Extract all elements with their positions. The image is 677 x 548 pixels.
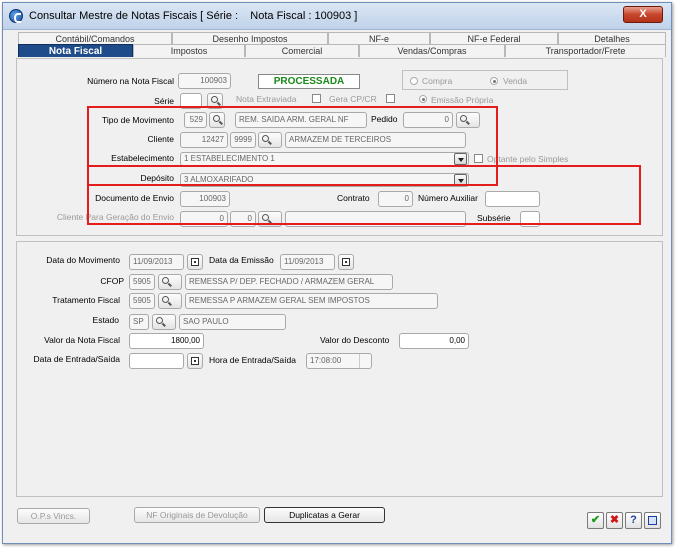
venda-radio[interactable]: [490, 77, 498, 85]
help-button[interactable]: ?: [625, 512, 642, 529]
data-mov-label: Data do Movimento: [46, 255, 120, 265]
cfop-code[interactable]: 5905: [129, 274, 155, 290]
data-es-field[interactable]: [129, 353, 184, 369]
confirm-button[interactable]: ✔: [587, 512, 604, 529]
nota-extraviada-label: Nota Extraviada: [236, 94, 297, 104]
cfop-label: CFOP: [100, 276, 124, 286]
title-bar: Consultar Mestre de Notas Fiscais [ Séri…: [3, 3, 671, 30]
estado-code[interactable]: SP: [129, 314, 149, 330]
cfop-search-button[interactable]: [158, 274, 182, 290]
cancel-button[interactable]: ✖: [606, 512, 623, 529]
data-emissao-label: Data da Emissão: [209, 255, 274, 265]
highlight-box-deposito: [87, 165, 641, 225]
numero-label: Número na Nota Fiscal: [87, 76, 174, 86]
trat-search-button[interactable]: [158, 293, 182, 309]
hora-spinner[interactable]: [359, 354, 371, 368]
calendar-icon: [191, 258, 199, 266]
estado-search-button[interactable]: [152, 314, 176, 330]
close-button[interactable]: X: [623, 6, 663, 23]
nota-extraviada-checkbox[interactable]: [312, 94, 321, 103]
hora-es-field[interactable]: 17:08:00: [306, 353, 372, 369]
search-icon: [156, 317, 163, 324]
exit-icon: [648, 516, 657, 525]
duplicatas-label: Duplicatas a Gerar: [289, 510, 360, 520]
search-icon: [211, 96, 218, 103]
nf-originais-label: NF Originais de Devolução: [146, 510, 248, 520]
data-es-calendar-button[interactable]: [187, 353, 203, 369]
window-title: Consultar Mestre de Notas Fiscais [ Séri…: [29, 10, 358, 22]
venda-label: Venda: [503, 76, 528, 86]
search-icon: [162, 296, 169, 303]
tab-impostos[interactable]: Impostos: [133, 44, 245, 57]
trat-desc[interactable]: REMESSA P ARMAZEM GERAL SEM IMPOSTOS: [185, 293, 438, 309]
data-emissao-calendar-button[interactable]: [338, 254, 354, 270]
emissao-propria-radio[interactable]: [419, 95, 427, 103]
tab-comercial[interactable]: Comercial: [245, 44, 359, 57]
calendar-icon: [191, 357, 199, 365]
optante-label: Optante pelo Simples: [487, 154, 569, 164]
estado-name[interactable]: SAO PAULO: [179, 314, 286, 330]
calendar-icon: [342, 258, 350, 266]
tab-vendas-compras[interactable]: Vendas/Compras: [359, 44, 505, 57]
serie-label: Série: [154, 96, 174, 106]
numero-field[interactable]: 100903: [178, 73, 231, 89]
trat-code[interactable]: 5905: [129, 293, 155, 309]
exit-button[interactable]: [644, 512, 661, 529]
tab-nota-fiscal[interactable]: Nota Fiscal: [18, 44, 133, 57]
data-mov-calendar-button[interactable]: [187, 254, 203, 270]
tab-transportador-frete[interactable]: Transportador/Frete: [505, 44, 666, 57]
nf-originais-button[interactable]: NF Originais de Devolução: [134, 507, 260, 523]
valor-desc-field[interactable]: 0,00: [399, 333, 469, 349]
data-mov-field[interactable]: 11/09/2013: [129, 254, 184, 270]
valor-nf-label: Valor da Nota Fiscal: [44, 335, 120, 345]
app-icon: [9, 9, 23, 23]
ops-vincs-button[interactable]: O.P.s Vincs.: [17, 508, 90, 524]
compra-radio[interactable]: [410, 77, 418, 85]
valor-desc-label: Valor do Desconto: [320, 335, 390, 345]
emissao-propria-label: Emissão Própria: [431, 95, 494, 105]
cfop-desc[interactable]: REMESSA P/ DEP. FECHADO / ARMAZEM GERAL: [185, 274, 393, 290]
duplicatas-button[interactable]: Duplicatas a Gerar: [264, 507, 385, 523]
data-es-label: Data de Entrada/Saída: [33, 354, 120, 364]
valor-nf-field[interactable]: 1800,00: [129, 333, 204, 349]
data-emissao-field[interactable]: 11/09/2013: [280, 254, 335, 270]
estado-label: Estado: [92, 315, 119, 325]
status-badge: PROCESSADA: [258, 74, 360, 89]
gera-cp-checkbox[interactable]: [386, 94, 395, 103]
compra-label: Compra: [422, 76, 453, 86]
hora-es-value: 17:08:00: [310, 356, 342, 365]
trat-label: Tratamento Fiscal: [52, 295, 120, 305]
hora-es-label: Hora de Entrada/Saída: [209, 355, 296, 365]
search-icon: [162, 277, 169, 284]
gera-cp-label: Gera CP/CR: [329, 94, 377, 104]
